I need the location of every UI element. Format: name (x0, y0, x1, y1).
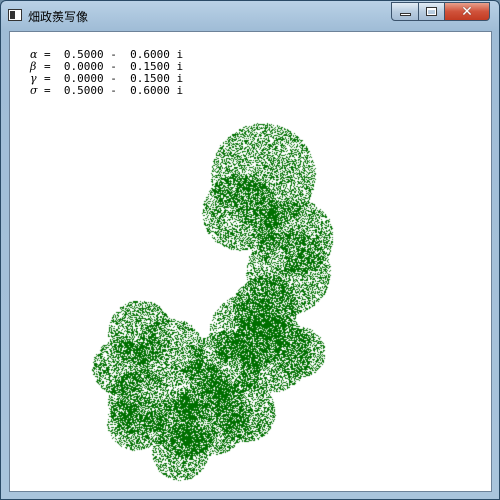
minimize-button[interactable] (391, 2, 419, 21)
fractal-canvas (10, 32, 491, 491)
parameter-row-sigma: σ = 0.5000 - 0.6000 i (30, 85, 183, 97)
app-icon[interactable] (8, 9, 22, 21)
close-icon: ✕ (461, 3, 473, 20)
maximize-icon (426, 7, 437, 16)
window-title: 畑政羨写像 (28, 10, 89, 24)
parameter-list: α = 0.5000 - 0.6000 i β = 0.0000 - 0.150… (30, 49, 183, 97)
minimize-icon (399, 13, 411, 16)
close-button[interactable]: ✕ (444, 2, 490, 21)
maximize-button[interactable] (418, 2, 445, 21)
parameter-name: σ (30, 84, 38, 97)
title-bar[interactable]: 畑政羨写像 ✕ (1, 1, 499, 31)
parameter-value: = 0.5000 - 0.6000 i (44, 84, 184, 97)
drawing-area: α = 0.5000 - 0.6000 i β = 0.0000 - 0.150… (9, 31, 492, 492)
app-window: 畑政羨写像 ✕ α = 0.5000 - 0.6000 i β = 0.0000… (0, 0, 500, 500)
